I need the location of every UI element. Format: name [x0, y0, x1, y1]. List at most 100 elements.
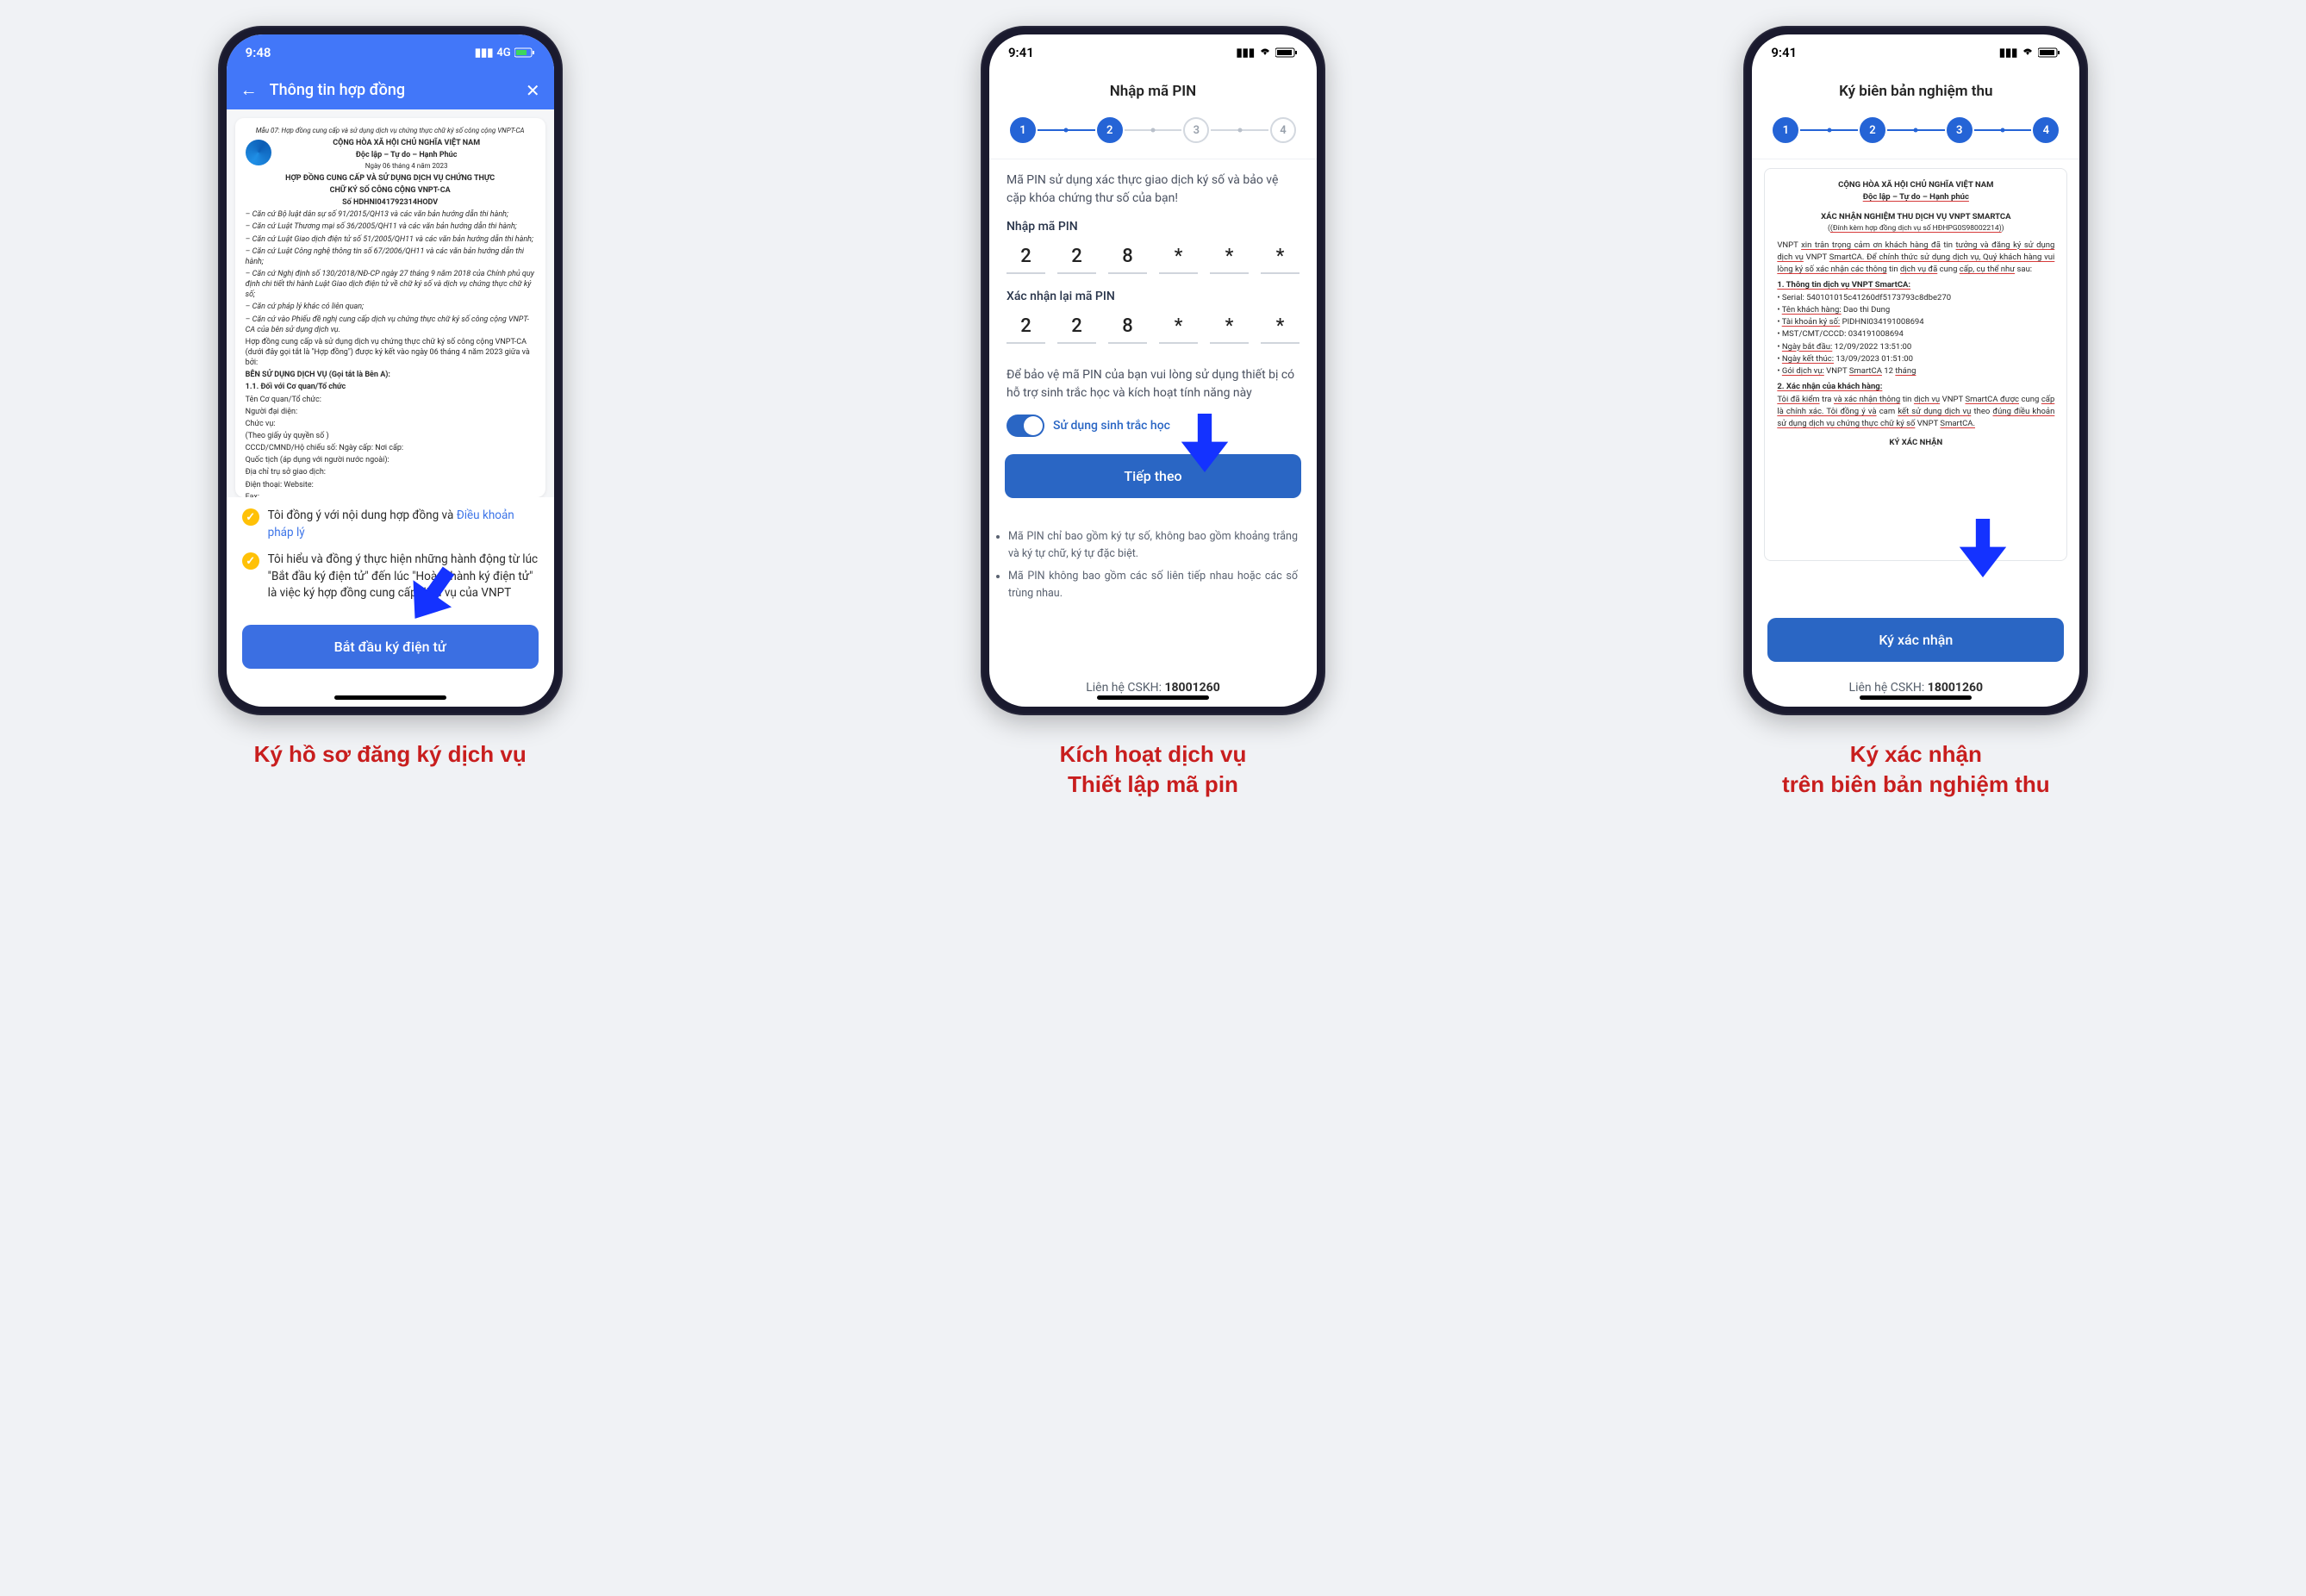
- pin-confirm-row[interactable]: 2 2 8 * * *: [989, 307, 1317, 351]
- pin-label: Nhập mã PIN: [989, 211, 1317, 237]
- battery-icon: [2038, 47, 2060, 58]
- status-bar: 9:48 ▮▮▮ 4G: [227, 34, 554, 71]
- doc-motto: Độc lập – Tự do – Hạnh Phúc: [278, 150, 535, 160]
- doc-uq: (Theo giấy ủy quyền số ): [246, 431, 535, 441]
- pin-digit[interactable]: *: [1159, 310, 1198, 344]
- start-sign-button[interactable]: Bắt đầu ký điện tử: [242, 625, 539, 669]
- pin-digit[interactable]: 2: [1057, 240, 1096, 274]
- step-1: 1: [1010, 117, 1036, 143]
- doc-law2: – Căn cứ Luật Thương mại số 36/2005/QH11…: [246, 221, 535, 232]
- status-bar: 9:41 ▮▮▮: [989, 34, 1317, 71]
- pin-input-row[interactable]: 2 2 8 * * *: [989, 237, 1317, 281]
- close-icon[interactable]: ✕: [526, 80, 540, 101]
- doc2-nkt: • Ngày kết thúc: 13/09/2023 01:51:00: [1777, 353, 2054, 365]
- consent-text-1: Tôi đồng ý với nội dung hợp đồng và Điều…: [268, 508, 539, 541]
- doc-law1: – Căn cứ Bộ luật dân sự số 91/2015/QH13 …: [246, 209, 535, 220]
- next-button[interactable]: Tiếp theo: [1005, 454, 1301, 498]
- stepper: 1 2 3 4: [1752, 112, 2079, 159]
- consent-item-2[interactable]: ✓ Tôi hiểu và đồng ý thực hiện những hàn…: [242, 552, 539, 602]
- pin-rules: Mã PIN chỉ bao gồm ký tự số, không bao g…: [989, 521, 1317, 614]
- contact-line: Liên hệ CSKH: 18001260: [1752, 674, 2079, 707]
- acceptance-document[interactable]: CỘNG HÒA XÃ HỘI CHỦ NGHĨA VIỆT NAM Độc l…: [1764, 168, 2067, 561]
- clock: 9:48: [246, 45, 271, 60]
- back-icon[interactable]: ←: [240, 79, 258, 101]
- column-1: 9:48 ▮▮▮ 4G ← Thông tin hợp đồng ✕ Mẫu 0…: [209, 26, 571, 770]
- phone-frame-1: 9:48 ▮▮▮ 4G ← Thông tin hợp đồng ✕ Mẫu 0…: [218, 26, 563, 715]
- app-header: ← Thông tin hợp đồng ✕: [227, 71, 554, 109]
- home-indicator: [1860, 695, 1972, 700]
- wifi-icon: [2021, 46, 2035, 59]
- signal-icon: ▮▮▮: [475, 47, 493, 59]
- stepper: 1 2 3 4: [989, 112, 1317, 159]
- doc-cccd: CCCD/CMND/Hộ chiếu số: Ngày cấp: Nơi cấp…: [246, 443, 535, 453]
- doc-so: Số HDHNI041792314HODV: [246, 197, 535, 208]
- hotline-number[interactable]: 18001260: [1928, 681, 1983, 695]
- column-2: 9:41 ▮▮▮ Nhập mã PIN 1 2 3 4 Mã P: [972, 26, 1334, 800]
- pin-digit[interactable]: *: [1261, 310, 1299, 344]
- biometric-desc: Để bảo vệ mã PIN của bạn vui lòng sử dụn…: [989, 351, 1317, 406]
- biometric-toggle[interactable]: [1007, 415, 1044, 437]
- vnpt-logo-icon: [246, 140, 271, 165]
- doc2-mst: • MST/CMT/CCCD: 034191008694: [1777, 328, 2054, 340]
- consent-item-1[interactable]: ✓ Tôi đồng ý với nội dung hợp đồng và Đi…: [242, 508, 539, 541]
- page-title: Ký biên bản nghiệm thu: [1752, 71, 2079, 112]
- doc-benA: BÊN SỬ DỤNG DỊCH VỤ (Gọi tắt là Bên A):: [246, 370, 535, 380]
- pin-digit[interactable]: 8: [1108, 310, 1147, 344]
- step-3: 3: [1183, 117, 1209, 143]
- screen-1: 9:48 ▮▮▮ 4G ← Thông tin hợp đồng ✕ Mẫu 0…: [227, 34, 554, 707]
- consent-section: ✓ Tôi đồng ý với nội dung hợp đồng và Đi…: [227, 497, 554, 620]
- battery-icon: [1275, 47, 1298, 58]
- doc2-h1: 1. Thông tin dịch vụ VNPT SmartCA:: [1777, 279, 1910, 291]
- pin-digit[interactable]: *: [1210, 240, 1249, 274]
- step-4: 4: [1270, 117, 1296, 143]
- doc-intro: Hợp đồng cung cấp và sử dụng dịch vụ chứ…: [246, 337, 535, 368]
- doc-cv: Chức vụ:: [246, 419, 535, 429]
- clock: 9:41: [1008, 45, 1034, 60]
- doc2-h2: 2. Xác nhận của khách hàng:: [1777, 381, 1882, 393]
- pin-digit[interactable]: *: [1261, 240, 1299, 274]
- step-2: 2: [1860, 117, 1885, 143]
- pin-digit[interactable]: 8: [1108, 240, 1147, 274]
- doc2-tk: • Tài khoản ký số: PIDHNI034191008694: [1777, 316, 2054, 328]
- doc-law6: – Căn cứ pháp lý khác có liên quan;: [246, 302, 535, 312]
- confirm-sign-button[interactable]: Ký xác nhận: [1767, 618, 2064, 662]
- pin-digit[interactable]: *: [1159, 240, 1198, 274]
- doc-mau: Mẫu 07: Hợp đồng cung cấp và sử dụng dịc…: [246, 127, 535, 136]
- doc2-ten: • Tên khách hàng: Dao thi Dung: [1777, 304, 2054, 316]
- step-3: 3: [1947, 117, 1973, 143]
- doc2-motto: Độc lập – Tự do – Hạnh phúc: [1777, 191, 2054, 203]
- wifi-icon: [1258, 46, 1272, 59]
- doc2-intro: VNPT xin trân trọng cảm ơn khách hàng đã…: [1777, 240, 2054, 277]
- clock: 9:41: [1771, 45, 1797, 60]
- status-icons: ▮▮▮ 4G: [475, 47, 535, 59]
- doc-tc: Tên Cơ quan/Tổ chức:: [246, 395, 535, 405]
- step-1: 1: [1773, 117, 1798, 143]
- doc2-head: XÁC NHẬN NGHIỆM THU DỊCH VỤ VNPT SMARTCA: [1777, 211, 2054, 223]
- document-scroll[interactable]: Mẫu 07: Hợp đồng cung cấp và sử dụng dịc…: [227, 109, 554, 497]
- header-title: Thông tin hợp đồng: [270, 81, 405, 99]
- doc-nation: CỘNG HÒA XÃ HỘI CHỦ NGHĨA VIỆT NAM: [278, 138, 535, 148]
- consent-text-2: Tôi hiểu và đồng ý thực hiện những hành …: [268, 552, 539, 602]
- doc-title2: CHỮ KÝ SỐ CÔNG CỘNG VNPT-CA: [246, 185, 535, 196]
- battery-icon: [514, 47, 535, 58]
- doc2-nation: CỘNG HÒA XÃ HỘI CHỦ NGHĨA VIỆT NAM: [1777, 179, 2054, 191]
- pin-digit[interactable]: *: [1210, 310, 1249, 344]
- doc-qt: Quốc tịch (áp dụng với người nước ngoài)…: [246, 455, 535, 465]
- hotline-number[interactable]: 18001260: [1164, 681, 1219, 695]
- contact-line: Liên hệ CSKH: 18001260: [989, 674, 1317, 707]
- pin-confirm-label: Xác nhận lại mã PIN: [989, 281, 1317, 307]
- doc2-serial: • Serial: 540101015c41260df5173793c8dbe2…: [1777, 292, 2054, 304]
- signal-icon: ▮▮▮: [1237, 47, 1255, 59]
- status-icons: ▮▮▮: [1237, 46, 1298, 59]
- pin-digit[interactable]: 2: [1057, 310, 1096, 344]
- doc2-sub: (Đính kèm hợp đồng dịch vụ số HĐHPG0S980…: [1830, 224, 2002, 233]
- doc-title1: HỢP ĐỒNG CUNG CẤP VÀ SỬ DỤNG DỊCH VỤ CHỨ…: [246, 173, 535, 184]
- pin-digit[interactable]: 2: [1007, 240, 1045, 274]
- step-4: 4: [2033, 117, 2059, 143]
- doc2-sign-heading: KÝ XÁC NHẬN: [1777, 437, 2054, 449]
- caption-3: Ký xác nhậntrên biên bản nghiệm thu: [1782, 739, 2050, 800]
- pin-digit[interactable]: 2: [1007, 310, 1045, 344]
- doc2-p2: Tôi đã kiểm tra và xác nhận thông tin dị…: [1777, 394, 2054, 431]
- doc-law5: – Căn cứ Nghị định số 130/2018/NĐ-CP ngà…: [246, 269, 535, 300]
- step-2: 2: [1097, 117, 1123, 143]
